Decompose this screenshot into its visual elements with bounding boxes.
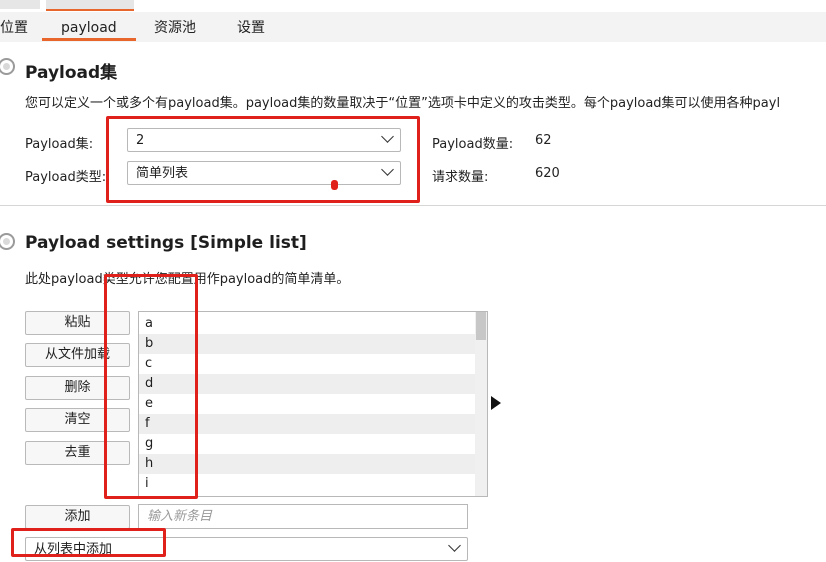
list-scrollbar[interactable] — [475, 312, 487, 496]
active-tab-indicator — [42, 38, 136, 41]
payload-set-label: Payload集: — [25, 137, 94, 152]
section-divider — [0, 205, 826, 206]
window-tab-strip — [0, 0, 826, 12]
payload-type-label: Payload类型: — [25, 170, 107, 185]
payload-sets-description: 您可以定义一个或多个有payload集。payload集的数量取决于“位置”选项… — [25, 96, 781, 111]
highlight-dot — [331, 180, 338, 190]
tab-payload[interactable]: payload — [61, 18, 117, 40]
window-tab-active[interactable] — [46, 0, 134, 11]
add-button[interactable]: 添加 — [25, 505, 130, 529]
chevron-down-icon — [448, 539, 461, 552]
highlight-box-payload-options — [106, 116, 420, 203]
help-icon[interactable] — [0, 58, 15, 75]
payload-sets-title: Payload集 — [25, 63, 118, 83]
highlight-box-list — [104, 274, 198, 499]
new-item-input[interactable]: 输入新条目 — [138, 504, 468, 529]
request-count-label: 请求数量: — [432, 170, 489, 185]
payload-count-value: 62 — [535, 133, 552, 148]
scrollbar-thumb[interactable] — [476, 312, 486, 340]
help-icon[interactable] — [0, 233, 15, 250]
tab-settings[interactable]: 设置 — [237, 18, 265, 40]
payload-count-label: Payload数量: — [432, 137, 514, 152]
request-count-value: 620 — [535, 166, 560, 181]
tab-resource-pool[interactable]: 资源池 — [154, 18, 196, 40]
window-tab[interactable] — [0, 0, 40, 9]
payload-settings-title: Payload settings [Simple list] — [25, 233, 307, 253]
highlight-box-add-from-list — [11, 528, 166, 557]
tab-positions[interactable]: 位置 — [0, 18, 28, 40]
mouse-pointer-icon — [491, 396, 501, 410]
